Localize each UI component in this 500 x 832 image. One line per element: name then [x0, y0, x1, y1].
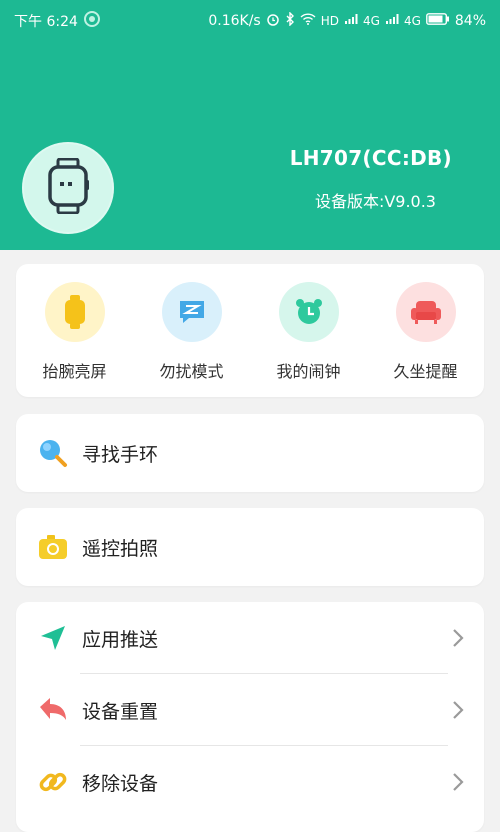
device-name: LH707(CC:DB)	[289, 146, 452, 170]
camera-icon	[36, 530, 70, 564]
app-push-label: 应用推送	[82, 628, 159, 651]
quick-do-not-disturb[interactable]: 勿扰模式	[142, 282, 242, 382]
alarm-status-icon	[266, 12, 280, 30]
remove-device-label: 移除设备	[82, 772, 159, 795]
search-icon	[36, 436, 70, 470]
battery-percent: 84%	[454, 13, 486, 29]
signal-icon	[344, 13, 358, 29]
reset-arrow-icon	[36, 693, 70, 727]
bluetooth-icon	[285, 11, 295, 30]
settings-list: 应用推送 设备重置 移除设备	[16, 602, 484, 832]
status-bar: 下午 6:24 0.16K/s HD 4G 4G 84%	[0, 0, 500, 42]
app-indicator-icon	[83, 11, 100, 31]
quick-label: 久坐提醒	[393, 362, 458, 381]
hd-indicator: HD	[320, 14, 339, 28]
quick-raise-to-wake[interactable]: 抬腕亮屏	[25, 282, 125, 382]
quick-label: 我的闹钟	[276, 362, 341, 381]
device-reset-item[interactable]: 设备重置	[16, 674, 484, 746]
quick-label: 抬腕亮屏	[42, 362, 107, 381]
remote-camera-label: 遥控拍照	[82, 537, 159, 560]
device-header: 下午 6:24 0.16K/s HD 4G 4G 84% LH707(CC:DB…	[0, 0, 500, 250]
device-avatar[interactable]	[22, 142, 114, 234]
find-band-item[interactable]: 寻找手环	[16, 414, 484, 492]
quick-sedentary-reminder[interactable]: 久坐提醒	[376, 282, 476, 382]
chevron-right-icon	[452, 628, 464, 652]
app-push-item[interactable]: 应用推送	[16, 602, 484, 674]
battery-icon	[425, 13, 450, 29]
quick-label: 勿扰模式	[159, 362, 224, 381]
status-time: 下午 6:24	[14, 14, 78, 30]
network-type-2: 4G	[403, 14, 421, 28]
sofa-icon	[395, 282, 456, 342]
link-icon	[36, 765, 70, 799]
remote-camera-item[interactable]: 遥控拍照	[16, 508, 484, 586]
wifi-icon	[300, 13, 316, 29]
watch-icon	[46, 157, 90, 218]
remove-device-item[interactable]: 移除设备	[16, 746, 484, 818]
find-band-label: 寻找手环	[82, 443, 159, 466]
quick-actions-card: 抬腕亮屏 勿扰模式 我的闹钟 久坐提醒	[16, 264, 484, 397]
device-reset-label: 设备重置	[82, 700, 159, 723]
device-version: 设备版本:V9.0.3	[314, 192, 436, 211]
chevron-right-icon	[452, 700, 464, 724]
signal-icon	[385, 13, 399, 29]
watch-icon	[44, 282, 105, 342]
dnd-message-icon	[161, 282, 222, 342]
alarm-clock-icon	[278, 282, 339, 342]
network-type-1: 4G	[363, 14, 380, 28]
network-speed: 0.16K/s	[208, 13, 261, 29]
quick-my-alarm[interactable]: 我的闹钟	[259, 282, 359, 382]
send-arrow-icon	[36, 621, 70, 655]
chevron-right-icon	[452, 772, 464, 796]
